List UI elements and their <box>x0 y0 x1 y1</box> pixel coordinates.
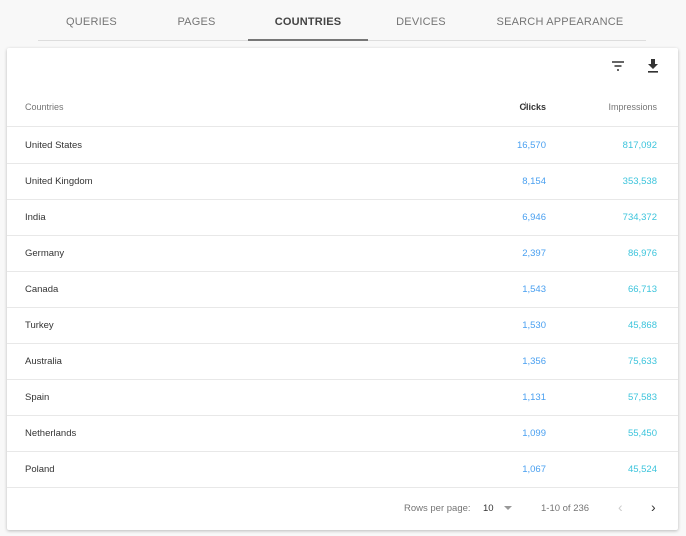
tab-queries[interactable]: QUERIES <box>38 0 145 40</box>
rows-per-page-label: Rows per page: <box>404 503 471 514</box>
clicks-cell: 8,154 <box>522 176 546 187</box>
table-row[interactable]: Germany 2,397 86,976 <box>7 235 678 272</box>
country-cell: Netherlands <box>25 428 77 439</box>
country-cell: India <box>25 212 46 223</box>
table-row[interactable]: India 6,946 734,372 <box>7 199 678 236</box>
impressions-cell: 55,450 <box>627 428 657 439</box>
tab-search-appearance[interactable]: SEARCH APPEARANCE <box>474 0 646 40</box>
country-cell: Spain <box>25 392 50 403</box>
table-row[interactable]: United States 16,570 817,092 <box>7 127 678 164</box>
next-page-icon[interactable]: › <box>651 499 656 515</box>
tab-devices[interactable]: DEVICES <box>368 0 474 40</box>
table-row[interactable]: Netherlands 1,099 55,450 <box>7 415 678 452</box>
clicks-cell: 1,067 <box>522 464 546 475</box>
countries-table-card: Countries ↓ Clicks Impressions United St… <box>7 48 678 530</box>
table-row[interactable]: United Kingdom 8,154 353,538 <box>7 163 678 200</box>
impressions-cell: 734,372 <box>622 212 657 223</box>
table-row[interactable]: Australia 1,356 75,633 <box>7 343 678 380</box>
filter-icon[interactable] <box>608 56 628 76</box>
table-row[interactable]: Canada 1,543 66,713 <box>7 271 678 308</box>
impressions-cell: 353,538 <box>622 176 657 187</box>
clicks-cell: 1,356 <box>522 356 546 367</box>
tab-pages[interactable]: PAGES <box>145 0 248 40</box>
page-range: 1-10 of 236 <box>541 503 590 514</box>
impressions-cell: 66,713 <box>627 284 657 295</box>
country-cell: Germany <box>25 248 65 259</box>
impressions-cell: 45,868 <box>627 320 657 331</box>
report-tabs: QUERIES PAGES COUNTRIES DEVICES SEARCH A… <box>38 0 646 41</box>
impressions-cell: 45,524 <box>627 464 657 475</box>
clicks-cell: 16,570 <box>516 140 546 151</box>
impressions-cell: 817,092 <box>622 140 657 151</box>
clicks-cell: 1,099 <box>522 428 546 439</box>
impressions-cell: 86,976 <box>627 248 657 259</box>
impressions-cell: 75,633 <box>627 356 657 367</box>
clicks-cell: 2,397 <box>522 248 546 259</box>
impressions-cell: 57,583 <box>627 392 657 403</box>
country-cell: Australia <box>25 356 62 367</box>
rows-per-page-select[interactable]: 10 <box>483 503 494 514</box>
country-cell: United Kingdom <box>25 176 93 187</box>
table-header: Countries ↓ Clicks Impressions <box>7 88 678 127</box>
header-countries[interactable]: Countries <box>25 102 64 112</box>
country-cell: Turkey <box>25 320 54 331</box>
clicks-cell: 1,543 <box>522 284 546 295</box>
pagination: Rows per page: 10 1-10 of 236 ‹ › <box>7 488 678 528</box>
clicks-cell: 1,131 <box>522 392 546 403</box>
country-cell: Poland <box>25 464 55 475</box>
table-row[interactable]: Poland 1,067 45,524 <box>7 451 678 488</box>
header-impressions[interactable]: Impressions <box>608 102 657 112</box>
tab-countries[interactable]: COUNTRIES <box>248 0 368 41</box>
download-icon[interactable] <box>643 56 663 76</box>
clicks-cell: 6,946 <box>522 212 546 223</box>
header-clicks[interactable]: Clicks <box>519 102 546 112</box>
dropdown-arrow-icon[interactable] <box>504 506 512 510</box>
table-row[interactable]: Spain 1,131 57,583 <box>7 379 678 416</box>
previous-page-icon[interactable]: ‹ <box>618 499 623 515</box>
country-cell: Canada <box>25 284 59 295</box>
clicks-cell: 1,530 <box>522 320 546 331</box>
country-cell: United States <box>25 140 83 151</box>
table-row[interactable]: Turkey 1,530 45,868 <box>7 307 678 344</box>
